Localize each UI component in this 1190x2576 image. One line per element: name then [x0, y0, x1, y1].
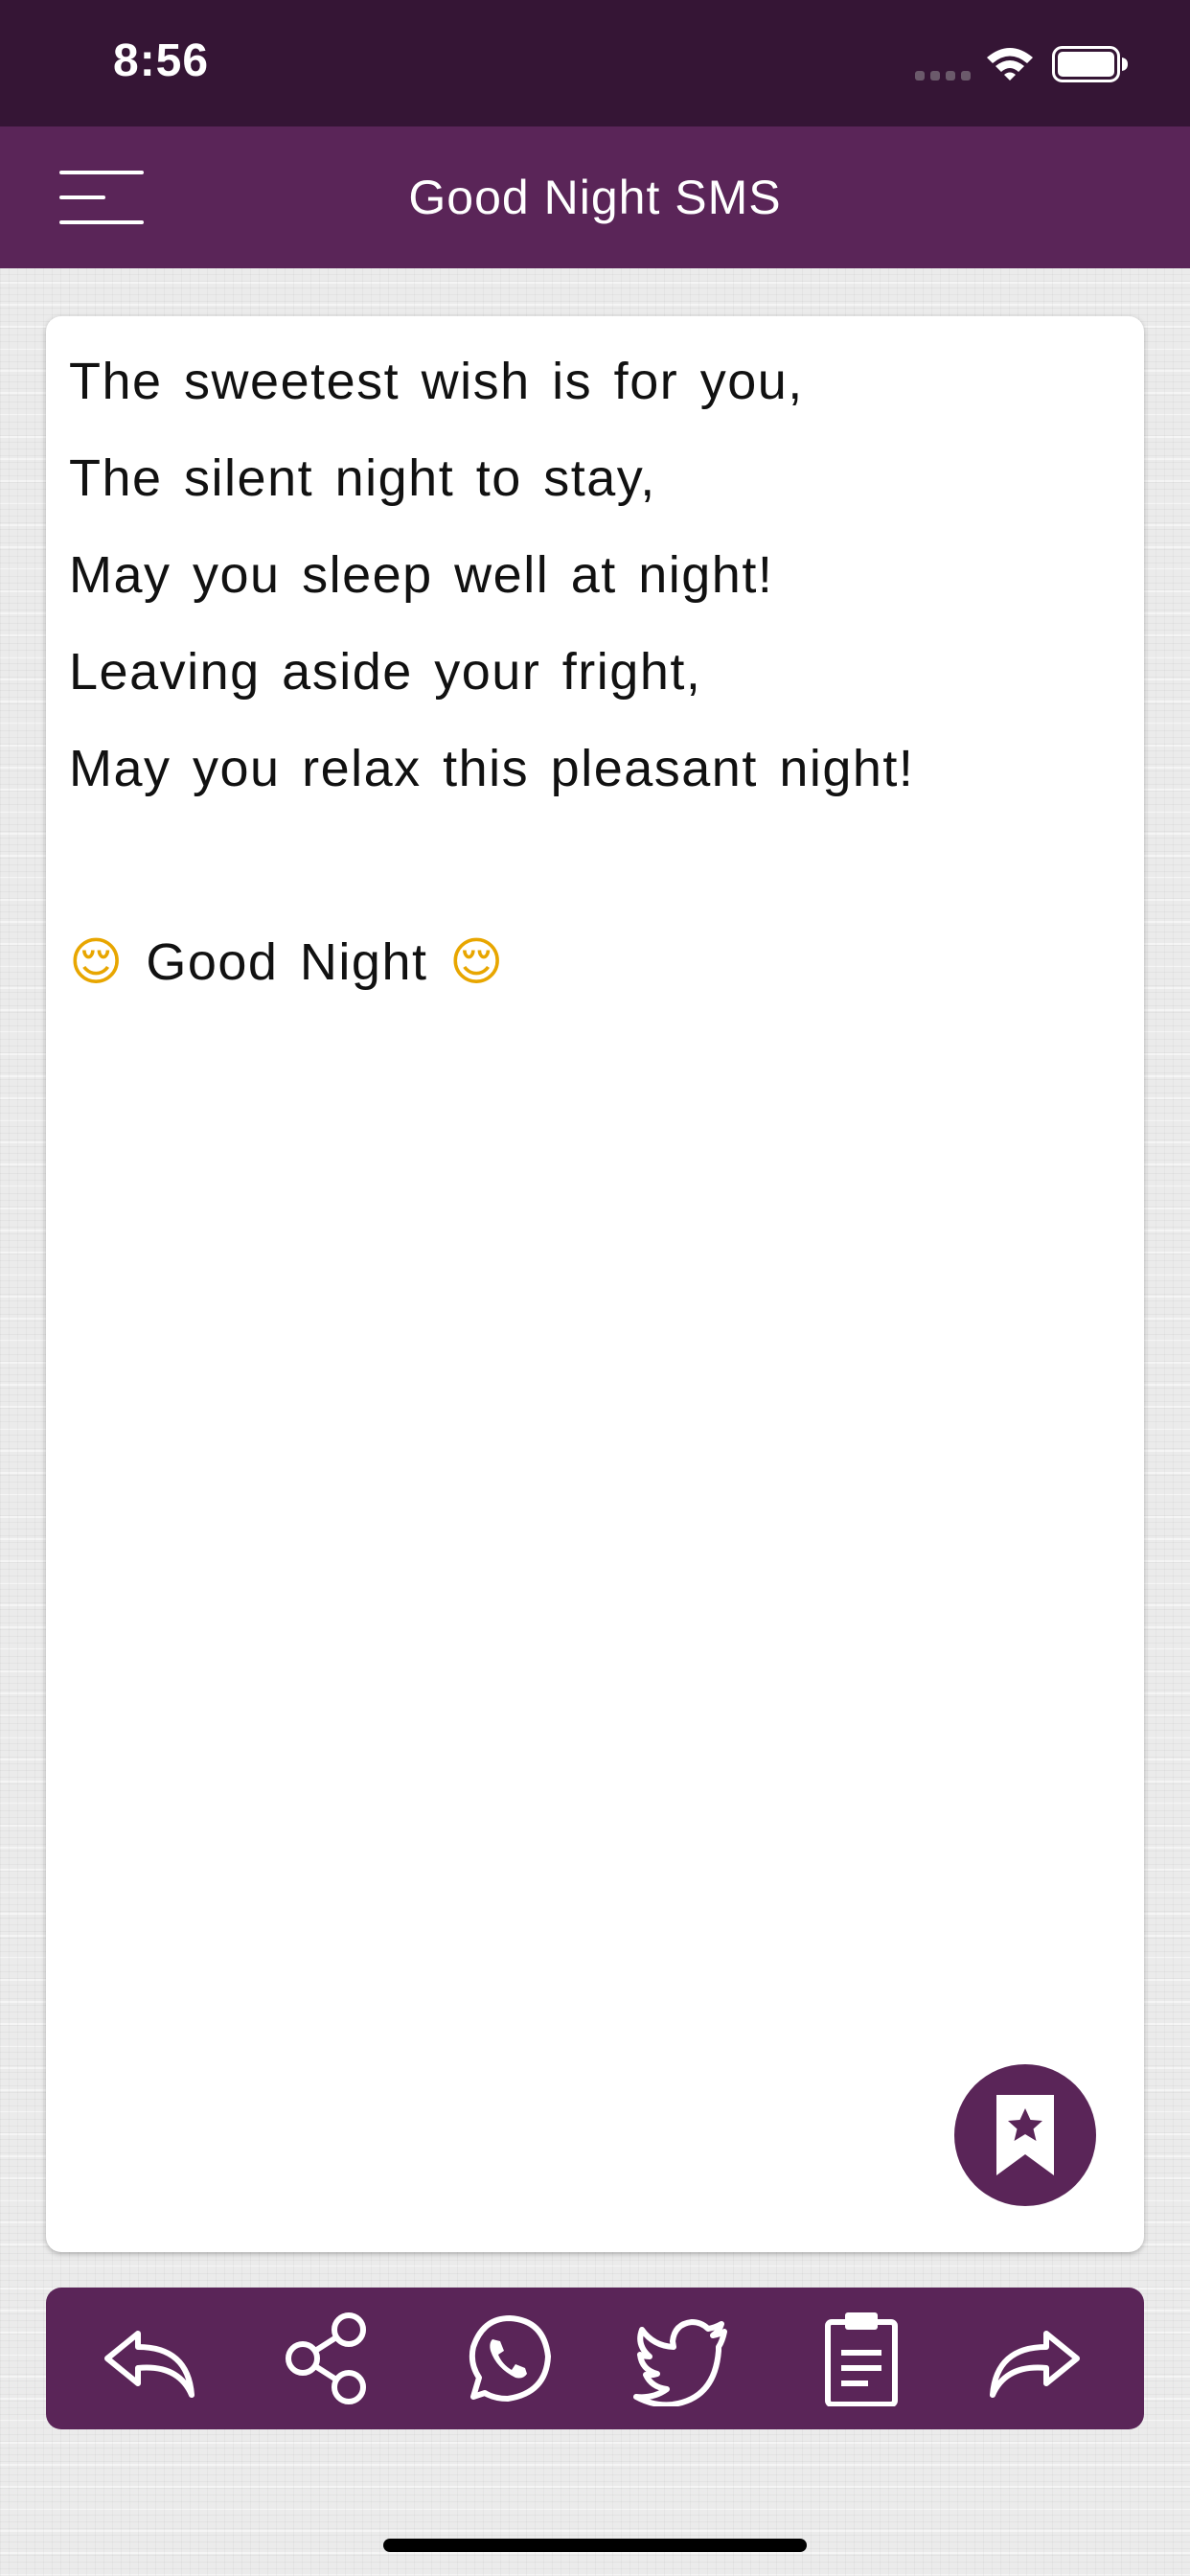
share-icon — [286, 2312, 366, 2404]
home-indicator[interactable] — [383, 2539, 807, 2552]
whatsapp-button[interactable] — [452, 2311, 558, 2406]
message-line-blank — [69, 827, 1121, 924]
clipboard-icon — [825, 2312, 898, 2407]
page-title: Good Night SMS — [408, 171, 782, 224]
copy-button[interactable] — [809, 2311, 914, 2407]
signoff-text: Good Night — [146, 933, 428, 991]
message-line: The silent night to stay, — [69, 449, 656, 507]
signal-icon — [915, 71, 971, 80]
bookmark-star-icon — [996, 2095, 1054, 2175]
message-card: The sweetest wish is for you, The silent… — [46, 316, 1144, 2252]
message-line: May you sleep well at night! — [69, 546, 774, 604]
relieved-face-emoji: 😌 — [449, 932, 505, 992]
forward-arrow-icon — [990, 2331, 1080, 2398]
forward-button[interactable] — [983, 2311, 1088, 2406]
back-button[interactable] — [96, 2311, 201, 2406]
message-line: May you relax this pleasant night! — [69, 740, 915, 797]
status-time: 8:56 — [113, 35, 210, 86]
message-signoff: 😌 Good Night 😌 — [69, 924, 1121, 1021]
twitter-icon — [633, 2319, 727, 2408]
message-line: The sweetest wish is for you, — [69, 353, 804, 410]
favorite-button[interactable] — [954, 2064, 1096, 2206]
whatsapp-icon — [469, 2315, 551, 2402]
relieved-face-emoji: 😌 — [69, 932, 125, 992]
nav-bar: Good Night SMS — [0, 126, 1190, 268]
share-button[interactable] — [276, 2311, 381, 2406]
status-bar: 8:56 — [0, 0, 1190, 126]
message-line: Leaving aside your fright, — [69, 643, 702, 701]
message-text[interactable]: The sweetest wish is for you, The silent… — [69, 343, 1121, 1021]
back-arrow-icon — [104, 2331, 195, 2398]
action-toolbar — [46, 2288, 1144, 2429]
twitter-button[interactable] — [630, 2311, 736, 2408]
wifi-icon — [987, 48, 1033, 80]
battery-icon — [1052, 46, 1128, 82]
